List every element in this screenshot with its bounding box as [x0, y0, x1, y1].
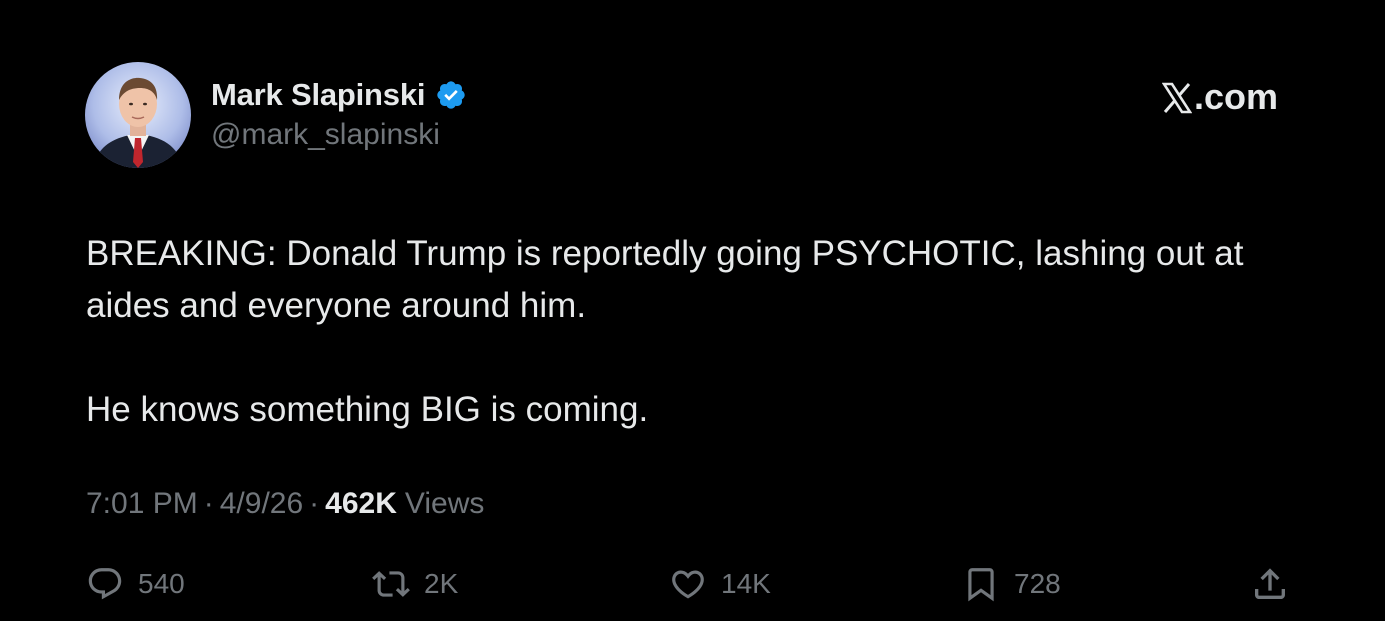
tweet-card: Mark Slapinski @mark_slapinski .com BREA…: [0, 0, 1385, 621]
author-name-row: Mark Slapinski: [211, 76, 467, 114]
repost-count: 2K: [424, 568, 459, 599]
tweet-meta: 7:01 PM · 4/9/26 · 462K Views: [86, 487, 484, 521]
meta-separator: ·: [203, 487, 214, 520]
reply-icon: [86, 565, 124, 603]
heart-icon: [669, 565, 707, 603]
brand-label: .com: [1193, 76, 1278, 117]
reply-button[interactable]: 540: [86, 562, 185, 606]
site-brand: .com: [1161, 76, 1278, 118]
meta-separator: ·: [309, 487, 320, 520]
tweet-date[interactable]: 4/9/26: [220, 487, 303, 521]
tweet-paragraph: BREAKING: Donald Trump is reportedly goi…: [86, 234, 1244, 325]
views-count: 462K: [325, 487, 397, 520]
tweet-paragraph: He knows something BIG is coming.: [86, 390, 649, 429]
reply-count: 540: [138, 568, 185, 599]
avatar-image: [85, 62, 191, 168]
like-count: 14K: [721, 568, 771, 599]
repost-icon: [372, 565, 410, 603]
bookmark-count: 728: [1014, 568, 1061, 599]
avatar[interactable]: [85, 62, 191, 168]
verified-badge-icon: [435, 79, 467, 111]
share-icon: [1250, 564, 1290, 604]
like-button[interactable]: 14K: [669, 562, 771, 606]
action-bar: 540 2K 14K 728: [86, 562, 1296, 606]
share-button[interactable]: [1250, 562, 1290, 606]
tweet-time[interactable]: 7:01 PM: [86, 487, 198, 521]
bookmark-icon: [962, 565, 1000, 603]
tweet-text: BREAKING: Donald Trump is reportedly goi…: [86, 228, 1301, 436]
x-logo-icon: [1161, 81, 1193, 114]
bookmark-button[interactable]: 728: [962, 562, 1061, 606]
author-handle[interactable]: @mark_slapinski: [211, 118, 440, 152]
repost-button[interactable]: 2K: [372, 562, 458, 606]
author-name[interactable]: Mark Slapinski: [211, 77, 425, 113]
views-label: Views: [404, 487, 485, 520]
